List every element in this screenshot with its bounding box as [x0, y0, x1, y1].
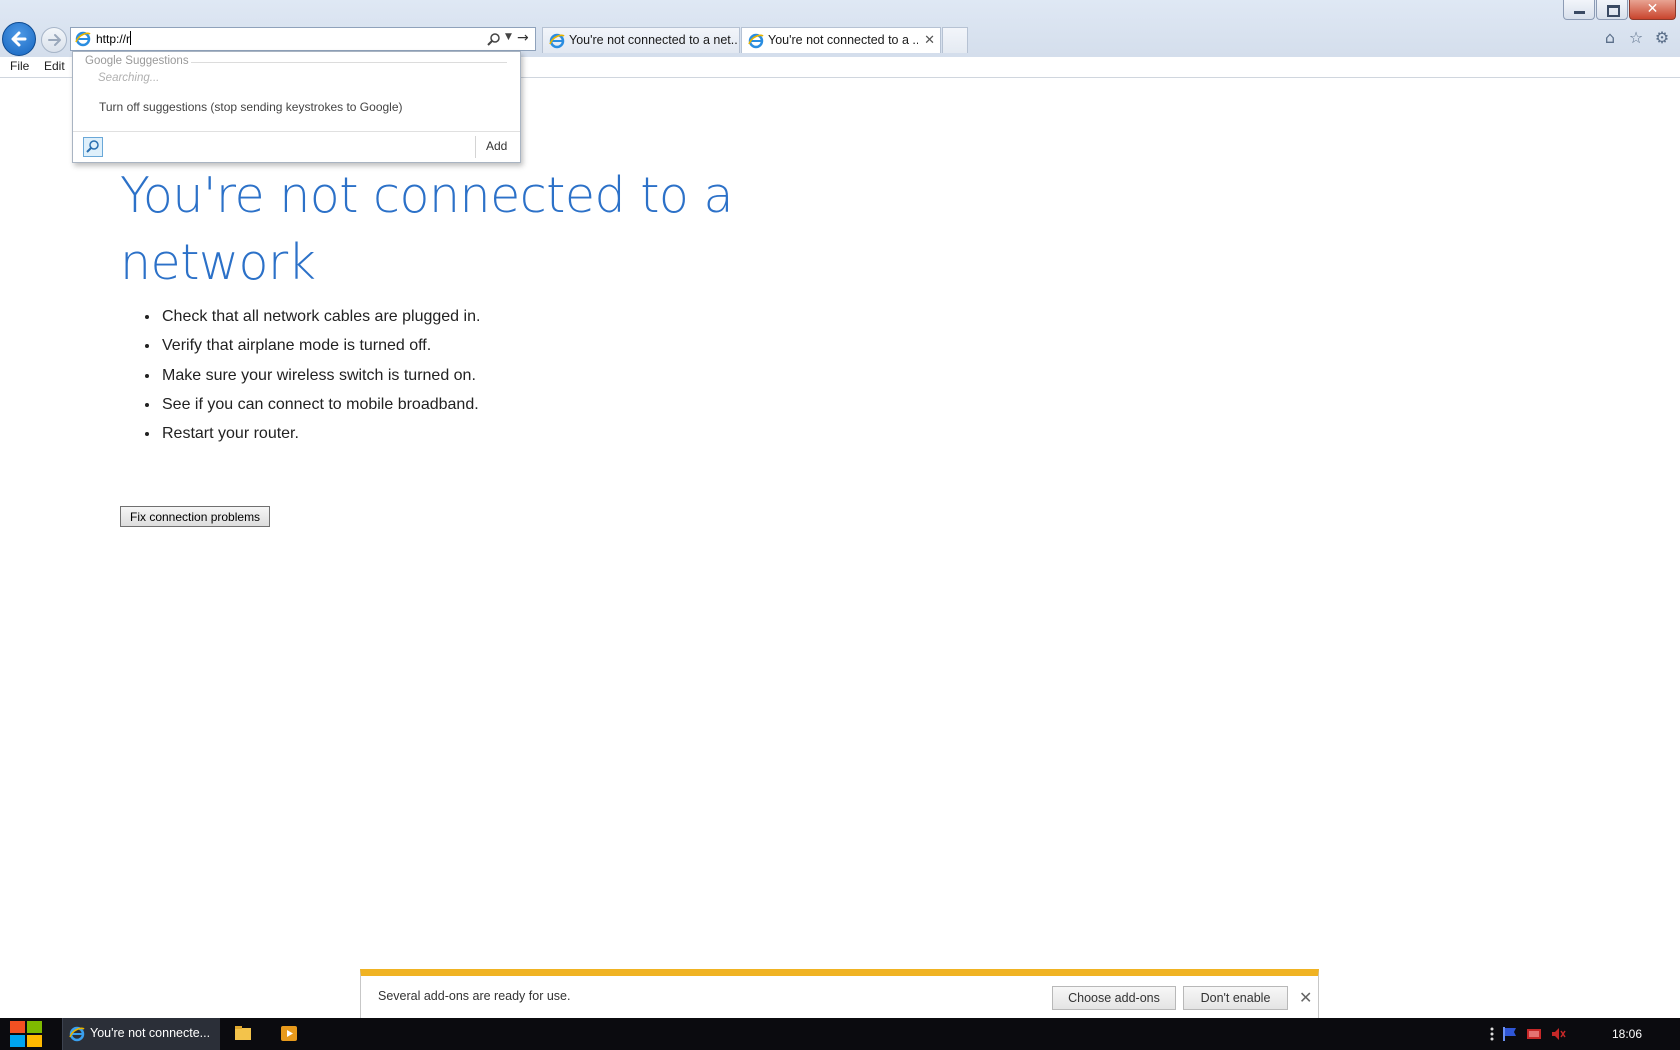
- dont-enable-button[interactable]: Don't enable: [1183, 986, 1288, 1010]
- forward-arrow-icon: [48, 34, 61, 46]
- back-arrow-icon: [11, 31, 27, 47]
- divider: [475, 136, 476, 158]
- page-content: You're not connected to a network Check …: [0, 78, 1680, 1018]
- notification-message: Several add-ons are ready for use.: [378, 989, 571, 1003]
- network-disconnected-icon[interactable]: [1526, 1026, 1542, 1042]
- ie-page-icon: [75, 31, 91, 47]
- choose-addons-button[interactable]: Choose add-ons: [1052, 986, 1176, 1010]
- command-icons: ⌂ ☆ ⚙: [1600, 28, 1672, 48]
- text-caret: [130, 31, 132, 45]
- go-arrow-icon[interactable]: →: [517, 30, 529, 46]
- ie-page-icon: [549, 33, 565, 49]
- forward-button[interactable]: [41, 27, 67, 53]
- tab-not-connected-1[interactable]: You're not connected to a net...: [542, 27, 740, 53]
- address-bar[interactable]: http://r ▼ →: [70, 27, 536, 51]
- addons-notification-bar: Several add-ons are ready for use. Choos…: [360, 969, 1319, 1019]
- system-tray: [1490, 1026, 1566, 1042]
- list-item: See if you can connect to mobile broadba…: [160, 390, 480, 419]
- favorites-star-icon[interactable]: ☆: [1626, 28, 1646, 48]
- action-center-flag-icon[interactable]: [1502, 1026, 1518, 1042]
- search-icon[interactable]: [487, 32, 501, 46]
- close-window-button[interactable]: ✕: [1629, 0, 1676, 20]
- ie-page-icon: [748, 33, 764, 49]
- new-tab-button[interactable]: [942, 27, 968, 53]
- fix-connection-button[interactable]: Fix connection problems: [120, 506, 271, 527]
- tab-label: You're not connected to a net...: [569, 33, 737, 47]
- taskbar-ie-label: You're not connecte...: [90, 1026, 211, 1040]
- address-suggestions-dropdown: Google Suggestions Searching... Turn off…: [72, 51, 521, 163]
- gear-icon[interactable]: ⚙: [1652, 28, 1672, 48]
- taskbar: You're not connecte... 18:06: [0, 1018, 1680, 1050]
- restore-button[interactable]: [1596, 0, 1628, 20]
- close-tab-icon[interactable]: ✕: [924, 32, 935, 48]
- list-item: Restart your router.: [160, 419, 480, 448]
- suggestions-status: Searching...: [98, 72, 160, 84]
- ie-icon: [69, 1026, 85, 1042]
- minimize-button[interactable]: [1563, 0, 1595, 20]
- suggestions-heading: Google Suggestions: [85, 55, 189, 67]
- close-icon: ✕: [1646, 1, 1659, 17]
- list-item: Check that all network cables are plugge…: [160, 302, 480, 331]
- back-button[interactable]: [2, 22, 36, 56]
- list-item: Verify that airplane mode is turned off.: [160, 331, 480, 360]
- browser-chrome: ✕ http://r ▼ → You're not connected to a…: [0, 0, 1680, 57]
- speaker-icon[interactable]: [1550, 1026, 1566, 1042]
- search-provider-button[interactable]: [83, 137, 103, 157]
- home-icon[interactable]: ⌂: [1600, 28, 1620, 48]
- add-provider-button[interactable]: Add: [486, 139, 507, 153]
- search-icon: [86, 140, 99, 153]
- taskbar-ie-button[interactable]: You're not connecte...: [62, 1018, 220, 1050]
- tab-not-connected-2[interactable]: You're not connected to a ... ✕: [741, 27, 941, 53]
- chevron-down-icon[interactable]: ▼: [505, 32, 512, 42]
- address-input[interactable]: http://r: [96, 31, 132, 46]
- divider: [191, 62, 507, 63]
- file-explorer-icon[interactable]: [234, 1025, 252, 1041]
- start-button[interactable]: [8, 1019, 44, 1049]
- suggestions-footer: Add: [73, 131, 520, 162]
- turn-off-suggestions-link[interactable]: Turn off suggestions (stop sending keyst…: [99, 100, 403, 114]
- media-player-icon[interactable]: [280, 1025, 298, 1042]
- troubleshooting-list: Check that all network cables are plugge…: [142, 302, 480, 448]
- page-title: You're not connected to a network: [120, 167, 734, 291]
- window-caption-buttons: ✕: [1562, 0, 1676, 20]
- tab-label: You're not connected to a ...: [768, 33, 918, 47]
- close-icon[interactable]: ✕: [1299, 988, 1312, 1008]
- list-item: Make sure your wireless switch is turned…: [160, 361, 480, 390]
- tray-grip-icon[interactable]: [1490, 1027, 1494, 1041]
- menu-edit[interactable]: Edit: [44, 59, 65, 73]
- menu-file[interactable]: File: [10, 59, 29, 73]
- clock[interactable]: 18:06: [1612, 1027, 1642, 1041]
